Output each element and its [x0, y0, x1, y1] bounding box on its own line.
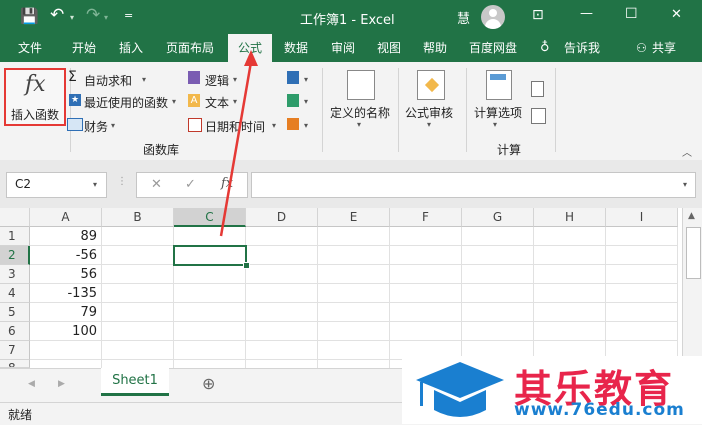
watermark: 其乐教育 www.76edu.com: [402, 356, 702, 424]
watermark-url: www.76edu.com: [514, 400, 685, 420]
graduation-cap-icon: [416, 362, 504, 417]
